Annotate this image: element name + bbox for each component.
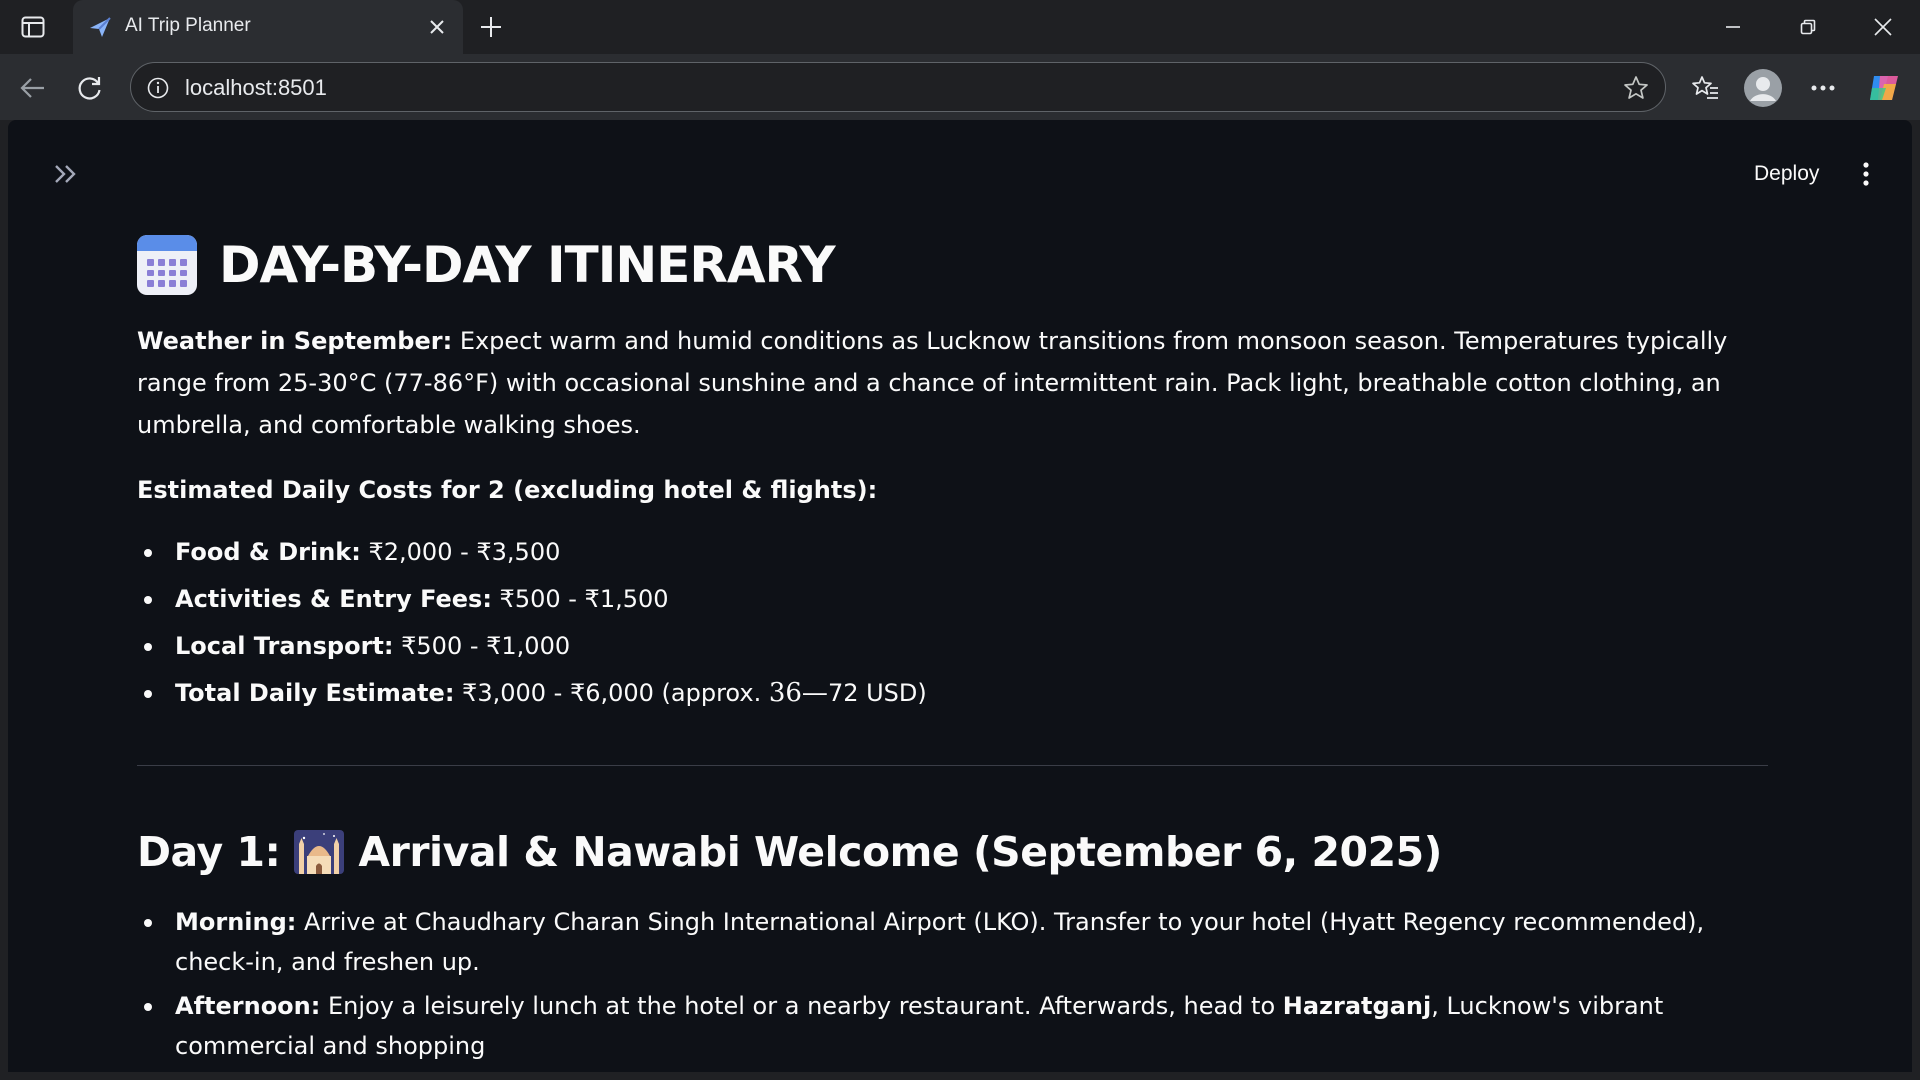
weather-label: Weather in September: xyxy=(137,327,453,355)
activity-text: Arrive at Chaudhary Charan Singh Interna… xyxy=(175,908,1705,976)
main-menu-icon[interactable] xyxy=(1846,154,1886,194)
costs-heading: Estimated Daily Costs for 2 (excluding h… xyxy=(137,476,878,504)
place-name: Hazratganj xyxy=(1282,992,1432,1020)
close-tab-icon[interactable] xyxy=(423,13,451,41)
more-options-icon[interactable] xyxy=(1801,66,1845,110)
day-1-list: Morning: Arrive at Chaudhary Charan Sing… xyxy=(144,902,1777,1066)
close-window-icon[interactable] xyxy=(1855,8,1911,46)
list-item: Afternoon: Enjoy a leisurely lunch at th… xyxy=(144,986,1773,1066)
active-tab[interactable]: AI Trip Planner xyxy=(73,0,463,54)
reload-icon[interactable] xyxy=(70,68,110,108)
cost-label: Food & Drink: xyxy=(175,538,361,566)
list-item: Local Transport: ₹500 - ₹1,000 xyxy=(144,626,1777,666)
deploy-button[interactable]: Deploy xyxy=(1746,154,1827,194)
math-fragment: 36— xyxy=(768,678,828,708)
cost-label: Total Daily Estimate: xyxy=(175,679,455,707)
calendar-icon xyxy=(137,235,197,295)
cost-value: ₹500 - ₹1,500 xyxy=(491,585,669,613)
url-text: localhost:8501 xyxy=(185,75,327,100)
day-1-heading: Day 1: Arrival & Nawabi Welcome (Septemb… xyxy=(137,828,1777,876)
main-content: DAY-BY-DAY ITINERARY Weather in Septembe… xyxy=(137,220,1777,1070)
costs-list: Food & Drink: ₹2,000 - ₹3,500 Activities… xyxy=(144,532,1777,713)
section-divider xyxy=(137,765,1768,766)
time-label: Morning: xyxy=(175,908,297,936)
list-item: Morning: Arrive at Chaudhary Charan Sing… xyxy=(144,902,1773,982)
profile-avatar[interactable] xyxy=(1741,66,1785,110)
cost-tail: 72 USD) xyxy=(827,679,927,707)
expand-sidebar-icon[interactable] xyxy=(44,152,88,196)
cost-label: Local Transport: xyxy=(175,632,394,660)
activity-text: Enjoy a leisurely lunch at the hotel or … xyxy=(320,992,1283,1020)
browser-toolbar: localhost:8501 xyxy=(0,54,1920,120)
browser-tab-bar: AI Trip Planner xyxy=(0,0,1920,54)
title-text: DAY-BY-DAY ITINERARY xyxy=(219,236,836,294)
page-title: DAY-BY-DAY ITINERARY xyxy=(137,220,1777,310)
back-icon[interactable] xyxy=(13,68,53,108)
cost-value: ₹3,000 - ₹6,000 (approx. xyxy=(454,679,769,707)
cost-value: ₹500 - ₹1,000 xyxy=(393,632,571,660)
day-heading-text: Arrival & Nawabi Welcome (September 6, 2… xyxy=(358,828,1442,876)
minimize-icon[interactable] xyxy=(1705,8,1761,46)
favorites-icon[interactable] xyxy=(1683,66,1727,110)
favorite-star-icon[interactable] xyxy=(1621,73,1651,103)
day-prefix: Day 1: xyxy=(137,828,281,876)
time-label: Afternoon: xyxy=(175,992,321,1020)
page-viewport: Deploy DAY-BY-DAY ITINERARY Weather in S… xyxy=(8,120,1912,1072)
list-item: Total Daily Estimate: ₹3,000 - ₹6,000 (a… xyxy=(144,673,1777,713)
cost-value: ₹2,000 - ₹3,500 xyxy=(360,538,561,566)
tab-actions-icon[interactable] xyxy=(18,14,48,40)
airplane-icon xyxy=(87,14,113,40)
cost-label: Activities & Entry Fees: xyxy=(175,585,492,613)
tab-title: AI Trip Planner xyxy=(125,15,251,36)
list-item: Activities & Entry Fees: ₹500 - ₹1,500 xyxy=(144,579,1777,619)
mosque-icon xyxy=(294,830,345,874)
site-info-icon[interactable] xyxy=(145,75,171,101)
address-bar[interactable]: localhost:8501 xyxy=(130,62,1666,112)
copilot-icon[interactable] xyxy=(1862,66,1906,110)
restore-icon[interactable] xyxy=(1780,8,1836,46)
list-item: Food & Drink: ₹2,000 - ₹3,500 xyxy=(144,532,1777,572)
new-tab-icon[interactable] xyxy=(474,10,508,44)
weather-paragraph: Weather in September: Expect warm and hu… xyxy=(137,320,1777,446)
